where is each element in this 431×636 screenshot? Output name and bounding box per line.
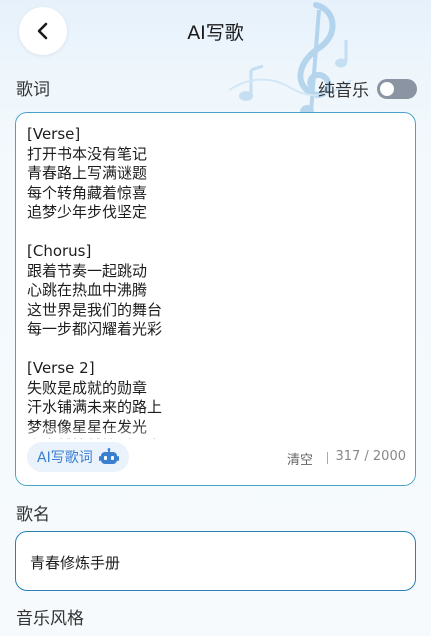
lyrics-footer: AI写歌词 清空 317 / 2000 [16, 439, 415, 485]
lyrics-line: 汗水铺满未来的路上 [27, 398, 163, 416]
page-title: AI写歌 [187, 22, 244, 44]
clear-button[interactable]: 清空 [287, 449, 313, 468]
lyrics-line: [Chorus] [27, 242, 92, 260]
lyrics-line: 追梦少年步伐坚定 [27, 203, 148, 221]
lyrics-line: 这世界是我们的舞台 [27, 300, 163, 319]
lyrics-text[interactable]: [Verse] 打开书本没有笔记 青春路上写满谜题 每个转角藏着惊喜 追梦少年步伐坚定 [… [27, 125, 402, 447]
ai-lyrics-label: AI写歌词 [37, 450, 93, 466]
song-name-value: 青春修炼手册 [30, 554, 121, 572]
toggle-knob [380, 81, 394, 96]
lyrics-line: 心跳在热血中沸腾 [27, 281, 148, 299]
lyrics-line: [Verse] [27, 125, 81, 143]
music-style-label: 音乐风格 [16, 609, 84, 629]
song-name-label: 歌名 [16, 505, 50, 525]
lyrics-line: [Verse 2] [27, 359, 95, 377]
footer-divider [327, 452, 328, 464]
lyrics-line: 每个转角藏着惊喜 [27, 183, 148, 202]
lyrics-line: 失败是成就的勋章 [27, 378, 148, 397]
lyrics-line [27, 340, 402, 360]
lyrics-line: 每一步都闪耀着光彩 [27, 320, 163, 338]
lyrics-line [27, 223, 402, 243]
char-count: 317 / 2000 [335, 449, 406, 464]
pure-music-toggle[interactable] [377, 78, 417, 99]
lyrics-textarea[interactable]: [Verse] 打开书本没有笔记 青春路上写满谜题 每个转角藏着惊喜 追梦少年步伐坚定 [… [15, 112, 416, 486]
header: AI写歌 [0, 0, 431, 64]
robot-icon [98, 448, 119, 464]
ai-lyrics-button[interactable]: AI写歌词 [27, 442, 129, 472]
lyrics-label: 歌词 [16, 80, 50, 100]
pure-music-toggle-row: 纯音乐 [318, 76, 417, 101]
lyrics-line: 青春路上写满谜题 [27, 164, 148, 182]
pure-music-label: 纯音乐 [318, 81, 369, 101]
lyrics-line: 跟着节奏一起跳动 [27, 261, 148, 280]
lyrics-line: 打开书本没有笔记 [27, 144, 148, 163]
song-name-input[interactable]: 青春修炼手册 [15, 531, 416, 591]
